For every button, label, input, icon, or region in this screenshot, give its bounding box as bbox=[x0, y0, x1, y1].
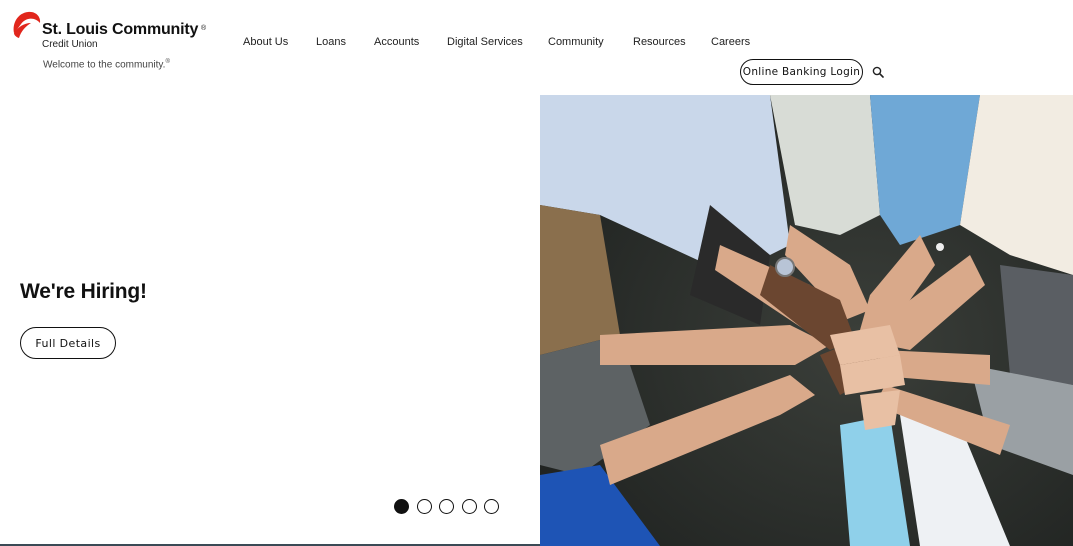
carousel-dot-3[interactable] bbox=[439, 499, 454, 514]
nav-item-careers[interactable]: Careers bbox=[711, 36, 750, 48]
stacked-hands-illustration bbox=[540, 95, 1073, 546]
carousel-dot-4[interactable] bbox=[462, 499, 477, 514]
nav-item-loans[interactable]: Loans bbox=[316, 36, 346, 48]
nav-item-accounts[interactable]: Accounts bbox=[374, 36, 419, 48]
search-icon[interactable] bbox=[872, 66, 884, 78]
logo-mark-icon bbox=[13, 11, 41, 38]
carousel-dot-5[interactable] bbox=[484, 499, 499, 514]
tagline-mark: ® bbox=[165, 59, 170, 65]
tagline: Welcome to the community.® bbox=[43, 59, 170, 70]
nav-item-community[interactable]: Community bbox=[548, 36, 604, 48]
hero-image bbox=[540, 95, 1073, 546]
brand-name: St. Louis Community bbox=[42, 21, 199, 38]
nav-item-digital-services[interactable]: Digital Services bbox=[447, 36, 523, 48]
nav-item-resources[interactable]: Resources bbox=[633, 36, 686, 48]
online-banking-login-button[interactable]: Online Banking Login bbox=[740, 59, 863, 85]
tagline-text: Welcome to the community. bbox=[43, 59, 166, 71]
logo[interactable]: St. Louis Community ® Credit Union Welco… bbox=[10, 9, 215, 73]
brand-subname: Credit Union bbox=[42, 39, 98, 50]
hero-title: We're Hiring! bbox=[20, 280, 147, 303]
carousel-dot-2[interactable] bbox=[417, 499, 432, 514]
nav-item-about-us[interactable]: About Us bbox=[243, 36, 288, 48]
full-details-button[interactable]: Full Details bbox=[20, 327, 116, 359]
carousel-dot-1[interactable] bbox=[394, 499, 409, 514]
registered-mark: ® bbox=[201, 25, 207, 32]
